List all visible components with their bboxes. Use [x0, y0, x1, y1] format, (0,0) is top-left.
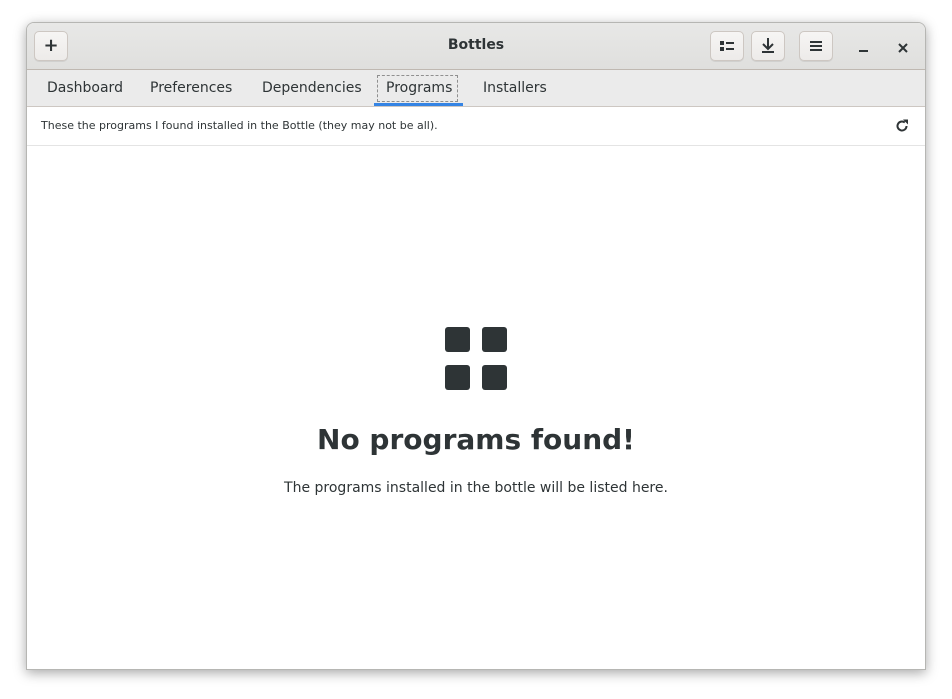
- empty-state-title: No programs found!: [317, 423, 635, 456]
- headerbar: + Bottles: [27, 23, 925, 70]
- tab-installers[interactable]: Installers: [473, 74, 557, 103]
- tab-dependencies[interactable]: Dependencies: [252, 74, 372, 103]
- hamburger-menu-icon: [810, 40, 822, 52]
- minimize-icon: [859, 38, 869, 57]
- main-menu-button[interactable]: [799, 31, 833, 61]
- tab-programs[interactable]: Programs: [376, 74, 459, 103]
- add-bottle-button[interactable]: +: [34, 31, 68, 61]
- list-view-button[interactable]: [710, 31, 744, 61]
- download-icon: [761, 38, 775, 54]
- programs-info-text: These the programs I found installed in …: [41, 119, 438, 132]
- close-icon: [898, 38, 908, 57]
- downloads-button[interactable]: [751, 31, 785, 61]
- minimize-button[interactable]: [852, 35, 876, 59]
- bottles-window: + Bottles Dashboard Preferences Dependen…: [26, 22, 926, 670]
- plus-icon: +: [43, 35, 59, 56]
- tab-dashboard[interactable]: Dashboard: [37, 74, 133, 103]
- list-view-icon: [720, 40, 734, 52]
- close-button[interactable]: [891, 35, 915, 59]
- tab-preferences[interactable]: Preferences: [140, 74, 242, 103]
- refresh-programs-button[interactable]: [893, 118, 911, 136]
- empty-state-description: The programs installed in the bottle wil…: [284, 480, 668, 496]
- active-tab-indicator: [374, 103, 463, 106]
- window-title: Bottles: [447, 37, 505, 53]
- programs-info-bar: These the programs I found installed in …: [27, 107, 925, 146]
- refresh-icon: [895, 118, 909, 137]
- grid-apps-icon: [445, 327, 509, 391]
- tab-bar: Dashboard Preferences Dependencies Progr…: [27, 70, 925, 107]
